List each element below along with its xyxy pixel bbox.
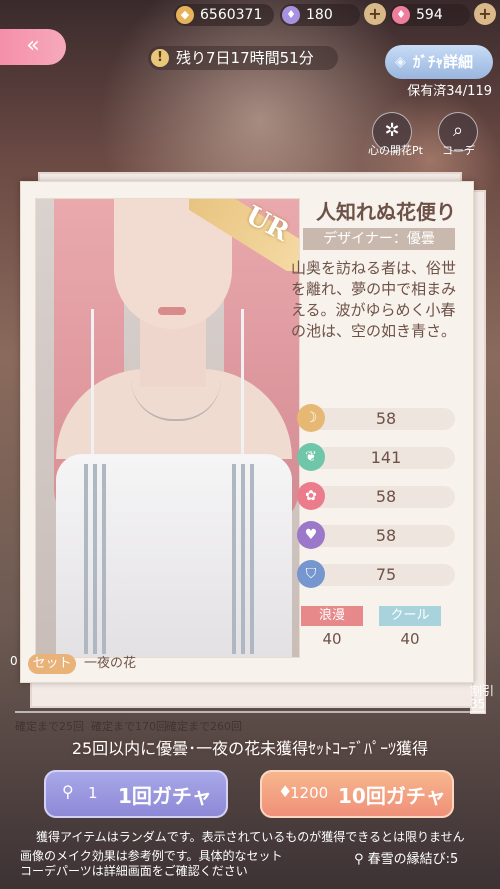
- stat-row: ♥ 58: [297, 521, 455, 549]
- ten-label: 10回ガチャ: [338, 784, 446, 808]
- stat-row: ✿ 58: [297, 482, 455, 510]
- exclamation-icon: !: [151, 49, 169, 67]
- item-description: 山奥を訪ねる者は、俗世を離れ、夢の中で相まみえる。波がゆらめく小春の池は、空の如…: [291, 259, 457, 340]
- owned-count: 保有済34/119: [407, 84, 492, 99]
- back-card: [30, 680, 474, 708]
- back-arrow-icon: «: [26, 33, 40, 58]
- gacha-detail-button[interactable]: ◈ ｶﾞﾁｬ詳細: [385, 45, 493, 79]
- flower-icon: ✿: [297, 482, 325, 510]
- stat-row: ❦ 141: [297, 443, 455, 471]
- notice-text: コーデパーツは詳細画面をご確認ください: [20, 864, 248, 878]
- stat-row: ☽ 58: [297, 404, 455, 432]
- remaining-time: ! 残り7日17時間51分: [148, 46, 338, 70]
- guarantee-progress: 確定まで25回 確定まで170回 確定まで260回: [15, 706, 485, 734]
- back-button[interactable]: «: [0, 29, 66, 65]
- set-name: 一夜の花: [84, 656, 137, 671]
- coin-counter: ◆ 6560371: [174, 4, 274, 26]
- item-detail-card: UR 人知れぬ花便り デザイナー：優曇 山奥を訪ねる者は、俗世を離れ、夢の中で相…: [20, 181, 474, 683]
- ticket-counter: ⚲ 春雪の縁結び:5: [354, 848, 458, 867]
- add-pink-diamond-button[interactable]: +: [474, 3, 496, 25]
- coin-icon: ◆: [176, 6, 194, 24]
- leaf-icon: ❦: [297, 443, 325, 471]
- set-tag: セット: [28, 654, 76, 674]
- diamond-value: 180: [306, 7, 333, 23]
- guarantee-step: 確定まで170回: [91, 720, 167, 733]
- diamond-counter: ♦ 180: [280, 4, 360, 26]
- gacha-detail-label: ｶﾞﾁｬ詳細: [413, 53, 474, 71]
- stat-value: 58: [375, 526, 397, 545]
- stat-row: ⛉ 75: [297, 560, 455, 588]
- rarity-badge: UR: [189, 199, 299, 271]
- guarantee-banner: 25回以内に優曇･一夜の花未獲得ｾｯﾄｺｰﾃﾞﾊﾟｰﾂ獲得: [71, 739, 429, 758]
- designer-label: デザイナー：優曇: [303, 228, 455, 250]
- camisole: [56, 454, 292, 657]
- magnifier-icon: ⌕: [452, 120, 464, 141]
- top-bar: ◆ 6560371 ♦ 180 + ♦ 594 +: [0, 0, 500, 30]
- stat-value: 58: [375, 487, 397, 506]
- diamond-outline-icon: ◈: [395, 54, 406, 70]
- style-tag-cool: クール: [379, 606, 441, 626]
- hairpin-icon: ⚲: [62, 782, 74, 801]
- style-value-cool: 40: [400, 630, 420, 648]
- stat-value: 75: [375, 565, 397, 584]
- style-value-romance: 40: [322, 630, 342, 648]
- style-tag-romance: 浪漫: [301, 606, 363, 626]
- pink-diamond-value: 594: [416, 7, 443, 23]
- guarantee-step: 確定まで260回: [166, 720, 242, 733]
- heart-icon: ♥: [297, 521, 325, 549]
- single-cost: 1: [88, 784, 98, 802]
- hairpin-icon: ⚲: [354, 852, 368, 867]
- shield-icon: ⛉: [297, 560, 325, 588]
- moon-icon: ☽: [297, 404, 325, 432]
- ticket-text: 春雪の縁結び:5: [367, 852, 459, 867]
- notice-text: 獲得アイテムはランダムです。表示されているものが獲得できるとは限りません: [36, 830, 465, 844]
- single-label: 1回ガチャ: [118, 784, 212, 808]
- diamond-icon: ♦: [282, 6, 300, 24]
- side-counter: 0: [10, 654, 18, 668]
- coordinate-label: コーデ: [442, 144, 475, 157]
- remaining-time-text: 残り7日17時間51分: [176, 49, 314, 67]
- guarantee-step: 確定まで25回: [15, 720, 84, 733]
- coin-value: 6560371: [200, 7, 263, 23]
- single-gacha-button[interactable]: ⚲ 1 1回ガチャ: [44, 770, 228, 818]
- add-diamond-button[interactable]: +: [364, 3, 386, 25]
- heart-bloom-label: 心の開花Pt: [368, 144, 423, 157]
- stat-value: 58: [375, 409, 397, 428]
- item-name: 人知れぬ花便り: [316, 200, 456, 224]
- pink-diamond-counter: ♦ 594: [390, 4, 470, 26]
- flower-star-icon: ✲: [384, 120, 400, 141]
- pink-diamond-icon: ♦: [392, 6, 410, 24]
- stat-value: 141: [370, 448, 402, 467]
- ten-gacha-button[interactable]: ♦ 1200 10回ガチャ: [260, 770, 454, 818]
- ten-cost: 1200: [290, 784, 329, 802]
- item-portrait: UR: [35, 198, 300, 658]
